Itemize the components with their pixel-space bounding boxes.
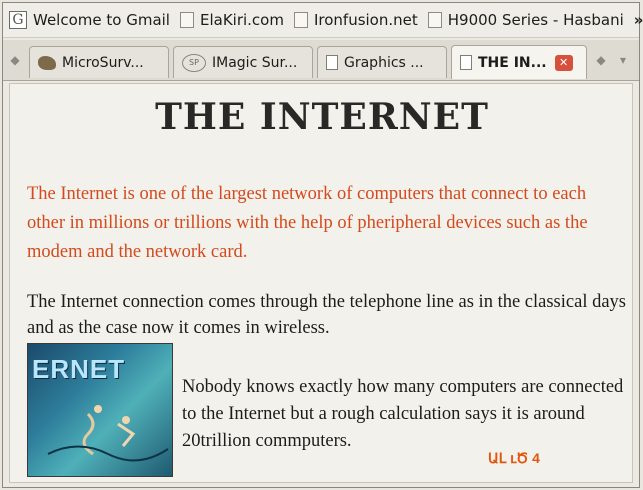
connection-paragraph: The Internet connection comes through th… — [27, 292, 626, 338]
bookmarks-overflow-icon[interactable]: » — [634, 11, 643, 29]
page-content: THE INTERNET The Internet is one of the … — [9, 83, 633, 483]
tab-list-chevron-icon[interactable]: ▾ — [615, 52, 631, 68]
browser-window: G Welcome to Gmail ElaKiri.com Ironfusio… — [2, 2, 643, 488]
page-icon — [460, 55, 472, 70]
bookmark-ironfusion[interactable]: Ironfusion.net — [293, 11, 418, 29]
tab-label: THE IN... — [478, 54, 547, 71]
bookmark-label: Welcome to Gmail — [33, 11, 170, 29]
bookmark-label: ElaKiri.com — [199, 11, 284, 29]
page-icon — [326, 55, 338, 70]
tab-bar: ◆ MicroSurv... SP IMagic Sur... Graphics… — [3, 40, 639, 81]
bookmark-gmail[interactable]: G Welcome to Gmail — [9, 11, 170, 29]
tab-the-internet[interactable]: THE IN... ✕ — [451, 45, 587, 79]
tab-label: IMagic Sur... — [212, 54, 298, 71]
page-number: ԱԼ ւԾ 4 — [488, 450, 540, 466]
bookmarks-bar: G Welcome to Gmail ElaKiri.com Ironfusio… — [3, 3, 643, 38]
intro-paragraph: The Internet is one of the largest netwo… — [27, 184, 588, 262]
page-title: THE INTERNET — [155, 96, 489, 138]
tab-imagic[interactable]: SP IMagic Sur... — [173, 46, 313, 78]
tab-label: MicroSurv... — [62, 54, 144, 71]
page-icon — [293, 12, 308, 28]
bird-icon — [38, 55, 56, 70]
page-icon — [427, 12, 442, 28]
imagic-icon: SP — [182, 53, 206, 72]
page-icon — [179, 12, 194, 28]
tab-label: Graphics ... — [344, 54, 424, 71]
scroll-tabs-left-icon[interactable]: ◆ — [7, 52, 23, 68]
scroll-tabs-right-icon[interactable]: ◆ — [593, 52, 609, 68]
tab-graphics[interactable]: Graphics ... — [317, 46, 447, 78]
bookmark-elakiri[interactable]: ElaKiri.com — [179, 11, 284, 29]
illustration-figures — [47, 405, 169, 462]
close-tab-icon[interactable]: ✕ — [554, 54, 573, 71]
estimate-paragraph: Nobody knows exactly how many computers … — [182, 377, 624, 451]
google-icon: G — [9, 11, 27, 29]
bookmark-label: Ironfusion.net — [313, 11, 418, 29]
tab-microsurv[interactable]: MicroSurv... — [29, 46, 169, 78]
internet-illustration-image: ERNET — [27, 343, 173, 477]
bookmark-h9000[interactable]: H9000 Series - Hasbani — [427, 11, 624, 29]
bookmark-label: H9000 Series - Hasbani — [447, 11, 624, 29]
